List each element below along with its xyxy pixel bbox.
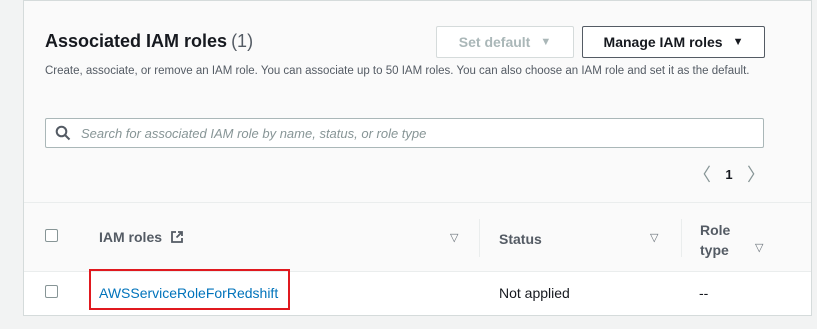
panel-title: Associated IAM roles (1): [45, 31, 253, 52]
role-status: Not applied: [499, 285, 570, 301]
role-type: --: [699, 285, 709, 301]
highlight-box: [89, 269, 290, 310]
panel-description: Create, associate, or remove an IAM role…: [45, 65, 750, 77]
set-default-label: Set default: [458, 34, 531, 50]
column-label-type: type: [700, 242, 729, 258]
manage-iam-roles-label: Manage IAM roles: [603, 34, 723, 50]
column-label-role: Role: [700, 222, 731, 238]
external-link-icon: [171, 231, 183, 243]
column-label-iam-roles: IAM roles: [99, 229, 163, 245]
column-header-role-type[interactable]: Role type: [700, 220, 730, 260]
role-count: (1): [231, 31, 254, 51]
panel-header: Associated IAM roles (1) Create, associat…: [24, 1, 811, 203]
previous-page-icon[interactable]: 〈: [692, 161, 712, 187]
column-header-iam-roles[interactable]: IAM roles: [99, 229, 184, 245]
sort-icon[interactable]: ▽: [755, 241, 763, 254]
panel-title-text: Associated IAM roles: [45, 31, 228, 51]
column-divider[interactable]: [479, 219, 480, 257]
table-header: IAM roles ▽ Status ▽ Role type ▽: [24, 203, 811, 272]
row-checkbox[interactable]: [45, 285, 58, 298]
current-page[interactable]: 1: [718, 167, 740, 182]
search-input[interactable]: [79, 124, 763, 142]
caret-down-icon: ▼: [540, 36, 552, 48]
associated-iam-roles-panel: Associated IAM roles (1) Create, associat…: [23, 0, 812, 316]
manage-iam-roles-button[interactable]: Manage IAM roles ▼: [582, 26, 765, 58]
search-icon: [55, 125, 71, 141]
select-all-checkbox[interactable]: [45, 229, 58, 242]
search-box[interactable]: [45, 118, 764, 148]
column-divider[interactable]: [681, 219, 682, 257]
column-header-status[interactable]: Status: [499, 231, 542, 247]
sort-icon[interactable]: ▽: [450, 231, 458, 244]
sort-icon[interactable]: ▽: [650, 231, 658, 244]
next-page-icon[interactable]: 〉: [746, 161, 766, 187]
caret-down-icon: ▼: [732, 36, 744, 48]
set-default-button[interactable]: Set default ▼: [436, 26, 574, 58]
pagination: 〈 1 〉: [692, 161, 766, 187]
